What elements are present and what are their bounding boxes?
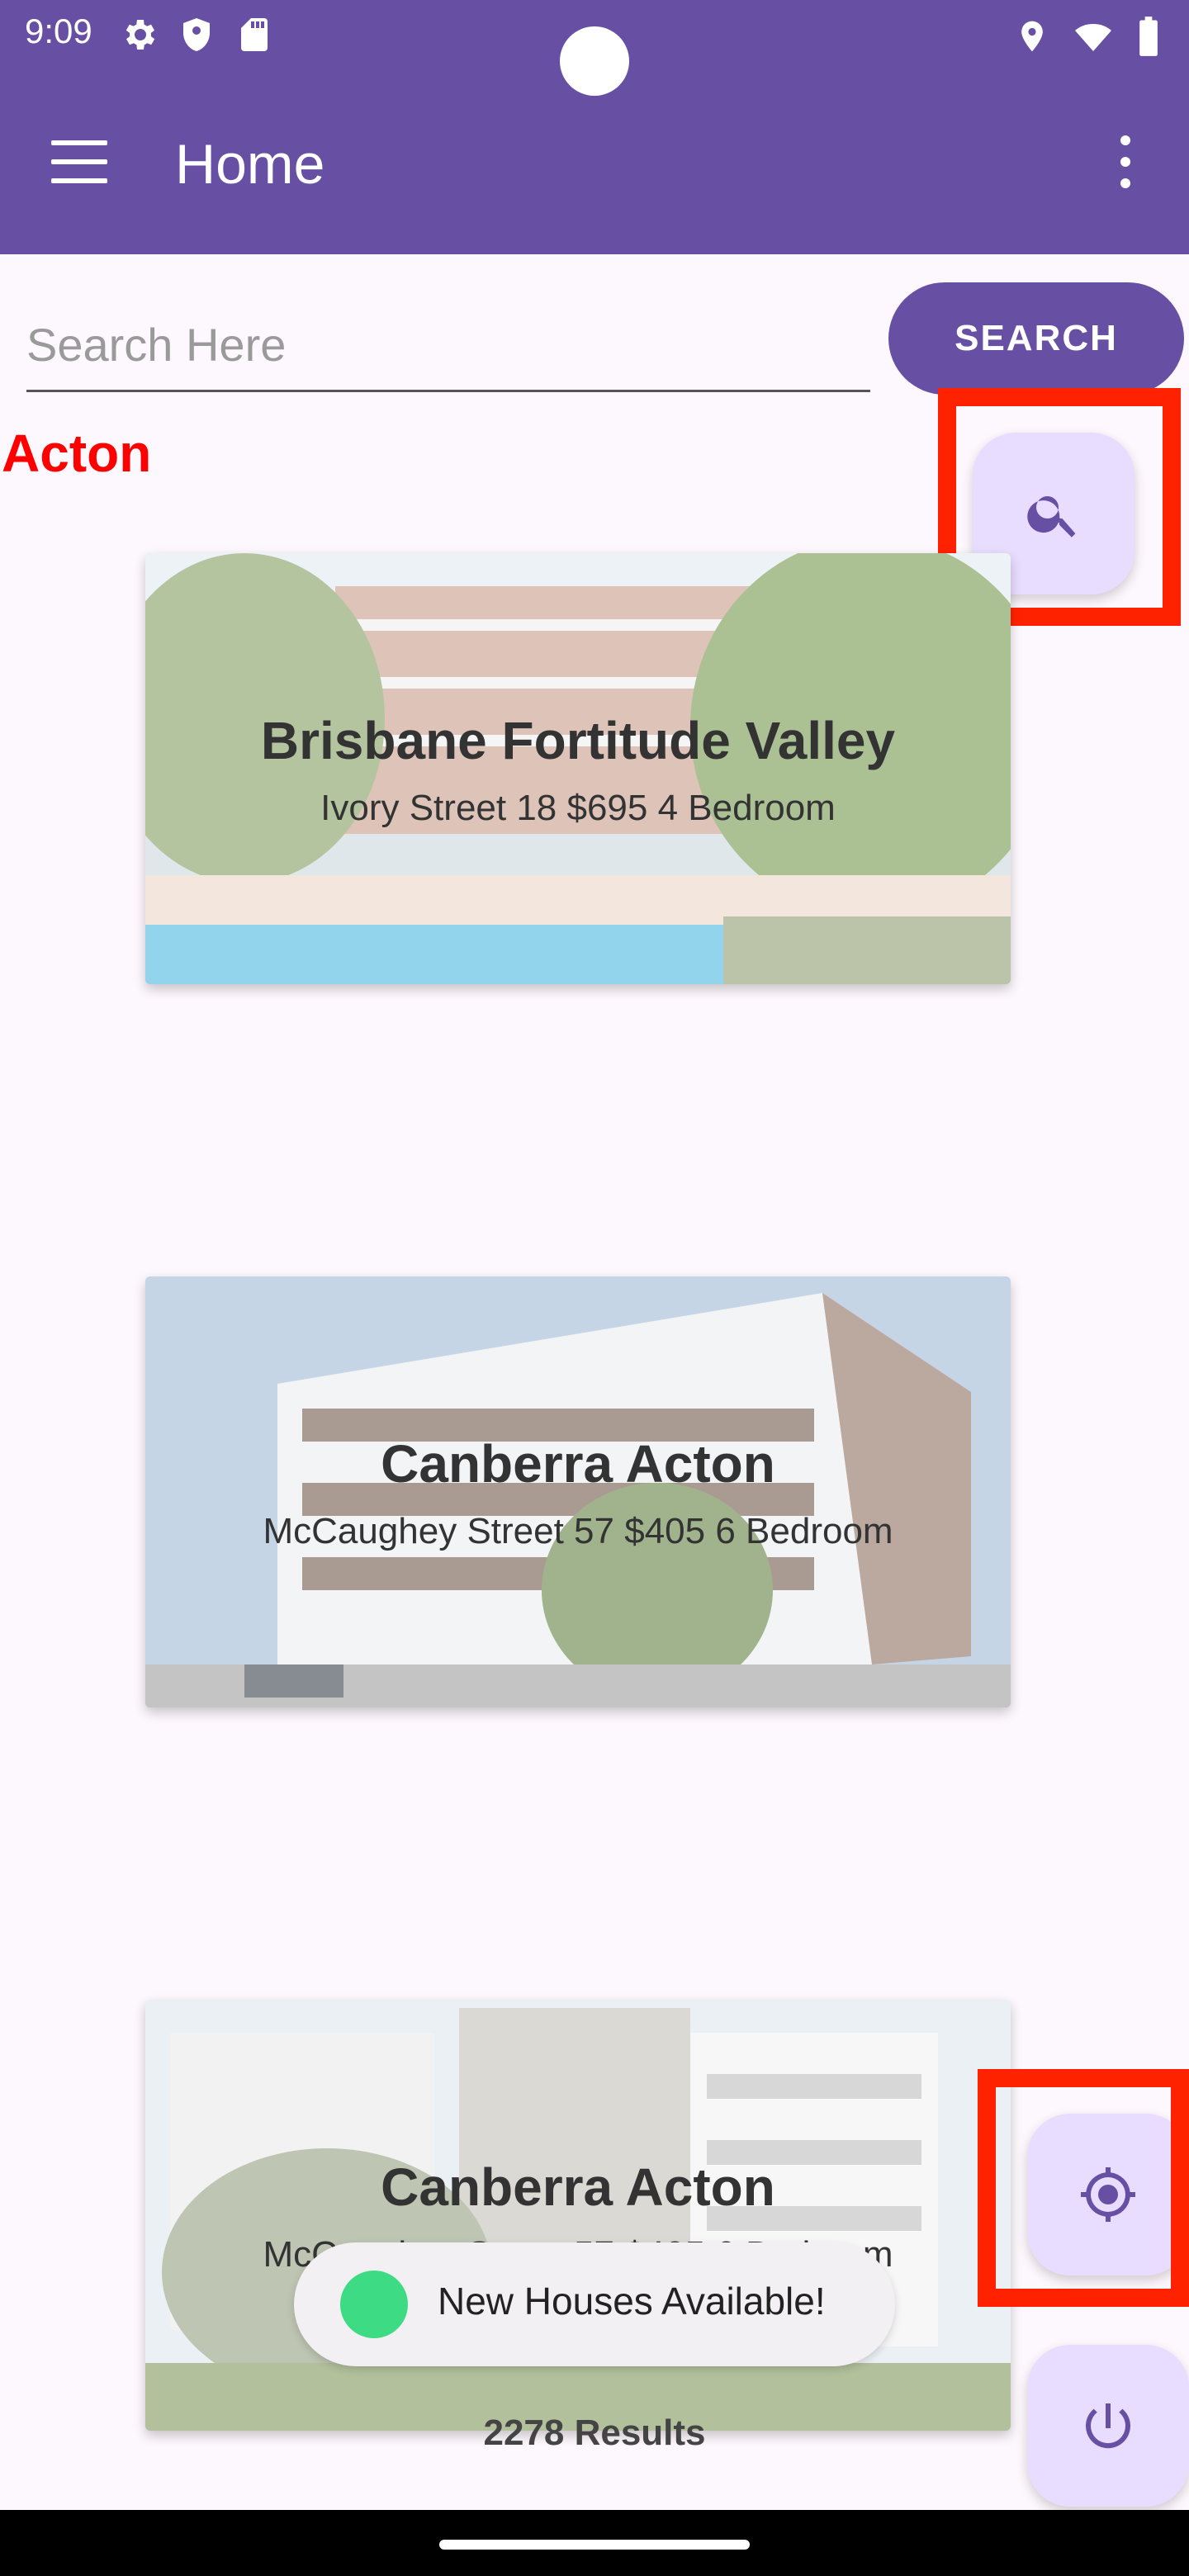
search-input[interactable] [26,299,870,392]
listing-subtitle: Ivory Street 18 $695 4 Bedroom [320,788,836,828]
hamburger-icon[interactable] [51,140,107,183]
shield-icon [183,18,210,51]
app-bar: 9:09 Home [0,0,1189,254]
battery-icon [1139,17,1158,56]
toast: New Houses Available! [294,2242,895,2366]
wifi-icon [1075,24,1111,51]
location-icon [1021,21,1043,52]
listing-card[interactable]: Canberra Acton McCaughey Street 57 $405 … [145,1276,1011,1707]
status-time: 9:09 [25,12,92,50]
listing-title: Brisbane Fortitude Valley [260,711,896,770]
more-vert-icon[interactable] [1111,135,1139,188]
listing-card[interactable]: Brisbane Fortitude Valley Ivory Street 1… [145,553,1011,984]
gear-icon [126,20,155,50]
highlight-box-location [978,2069,1189,2307]
results-count: 2278 Results [483,2413,706,2453]
listing-title: Canberra Acton [381,1434,775,1494]
android-icon [340,2271,408,2338]
listing-subtitle: McCaughey Street 57 $405 6 Bedroom [263,1511,893,1551]
sd-card-icon [241,18,268,51]
page-title: Home [175,133,325,196]
camera-cutout [560,26,629,96]
toast-text: New Houses Available! [438,2280,826,2323]
listing-title: Canberra Acton [381,2157,775,2217]
home-indicator[interactable] [439,2540,750,2550]
search-button[interactable]: SEARCH [888,282,1184,395]
location-label: Acton [2,424,152,483]
